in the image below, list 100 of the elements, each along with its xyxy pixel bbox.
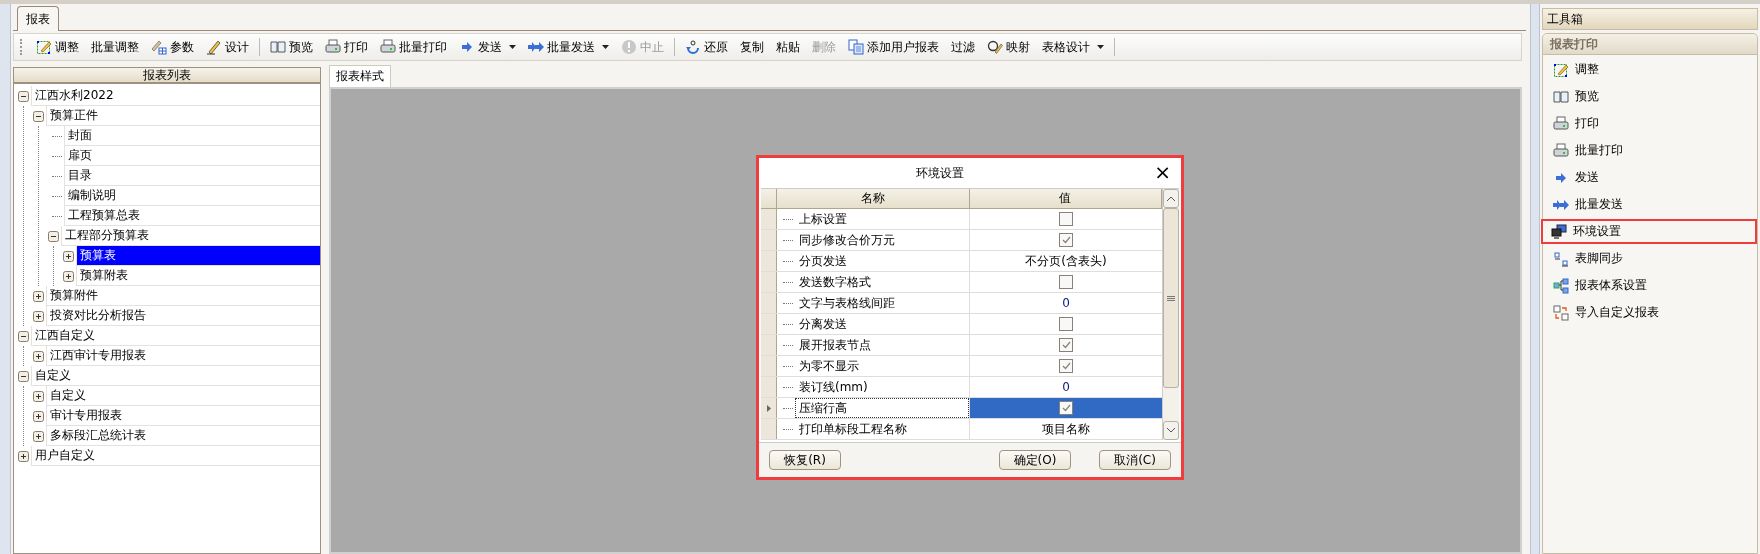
- group-header[interactable]: 报表打印: [1543, 34, 1757, 55]
- toolbar-button[interactable]: 表格设计: [1037, 36, 1109, 58]
- checkbox[interactable]: [1059, 401, 1073, 415]
- grip-icon: [1167, 295, 1175, 301]
- toolbox-item[interactable]: 环境设置: [1541, 219, 1757, 244]
- row-header-cell[interactable]: [761, 377, 777, 397]
- row-header-cell[interactable]: [761, 251, 777, 271]
- row-header-cell[interactable]: [761, 398, 777, 418]
- toolbox-item[interactable]: 调整: [1543, 57, 1757, 82]
- checkbox[interactable]: [1059, 338, 1073, 352]
- expand-icon[interactable]: [33, 430, 44, 442]
- row-header-cell[interactable]: [761, 272, 777, 292]
- toolbar-button[interactable]: 批量打印: [375, 36, 452, 58]
- small-pages-icon: [1553, 250, 1569, 267]
- close-button[interactable]: ×: [1150, 162, 1175, 182]
- toolbar-button[interactable]: 还原: [680, 36, 733, 58]
- arrow-icon: [459, 39, 475, 55]
- tree-item[interactable]: 编制说明: [64, 186, 320, 206]
- dialog-button[interactable]: 取消(C): [1099, 450, 1171, 470]
- checkbox[interactable]: [1059, 212, 1073, 226]
- toolbox-item[interactable]: 报表体系设置: [1543, 273, 1757, 298]
- checkbox[interactable]: [1059, 275, 1073, 289]
- printer-icon: [1553, 115, 1569, 132]
- toolbox-item[interactable]: 打印: [1543, 111, 1757, 136]
- expand-icon[interactable]: [33, 350, 44, 362]
- toolbar-button[interactable]: 添加用户报表: [843, 36, 944, 58]
- checkbox[interactable]: [1059, 359, 1073, 373]
- tab[interactable]: 报表样式: [329, 65, 391, 87]
- expand-icon[interactable]: [18, 450, 29, 462]
- expand-icon[interactable]: [33, 410, 44, 422]
- tree-item[interactable]: 预算表: [76, 246, 320, 266]
- property-name: 压缩行高: [795, 398, 969, 418]
- expand-icon[interactable]: [33, 390, 44, 402]
- scroll-down-button[interactable]: [1163, 421, 1179, 440]
- toolbar-button[interactable]: 过滤: [946, 36, 980, 58]
- toolbar-button[interactable]: 批量调整: [86, 36, 144, 58]
- tree-item[interactable]: 自定义: [46, 386, 320, 406]
- toolbar-button[interactable]: 发送: [454, 36, 521, 58]
- row-header-cell[interactable]: [761, 230, 777, 250]
- scroll-up-button[interactable]: [1163, 189, 1179, 208]
- toolbar-button[interactable]: 调整: [31, 36, 84, 58]
- collapse-icon[interactable]: [18, 330, 29, 342]
- tree-item[interactable]: 审计专用报表: [46, 406, 320, 426]
- tree-item[interactable]: 投资对比分析报告: [46, 306, 320, 326]
- pencil-grid-icon: [151, 39, 167, 55]
- checkbox[interactable]: [1059, 317, 1073, 331]
- scrollbar[interactable]: [1162, 189, 1179, 440]
- tree-item[interactable]: 自定义: [31, 366, 320, 386]
- toolbox-item[interactable]: 导入自定义报表: [1543, 300, 1757, 325]
- property-value: 项目名称: [1042, 420, 1090, 438]
- dialog-button[interactable]: 恢复(R): [769, 450, 841, 470]
- row-header-cell[interactable]: [761, 356, 777, 376]
- toolbox-item[interactable]: 批量发送: [1543, 192, 1757, 217]
- tab[interactable]: 报表: [17, 6, 59, 31]
- scroll-thumb[interactable]: [1163, 208, 1179, 388]
- book-icon: [270, 39, 286, 55]
- tree-item[interactable]: 多标段汇总统计表: [46, 426, 320, 446]
- property-name: 分页发送: [798, 253, 848, 270]
- row-header-cell[interactable]: [761, 293, 777, 313]
- expand-icon[interactable]: [63, 250, 74, 262]
- row-header-cell[interactable]: [761, 419, 777, 439]
- toolbar-button[interactable]: 打印: [320, 36, 373, 58]
- toolbar-button[interactable]: 映射: [982, 36, 1035, 58]
- row-header-cell[interactable]: [761, 335, 777, 355]
- tree-item[interactable]: 预算附表: [76, 266, 320, 286]
- panel-title: 报表列表: [14, 68, 320, 84]
- expand-icon[interactable]: [33, 290, 44, 302]
- toolbar-button[interactable]: 参数: [146, 36, 199, 58]
- row-header-cell[interactable]: [761, 209, 777, 229]
- collapse-icon[interactable]: [18, 370, 29, 382]
- tree-item[interactable]: 封面: [64, 126, 320, 146]
- dialog-button[interactable]: 确定(O): [999, 450, 1071, 470]
- tree-item[interactable]: 扉页: [64, 146, 320, 166]
- tree-item[interactable]: 工程预算总表: [64, 206, 320, 226]
- tree-item[interactable]: 江西审计专用报表: [46, 346, 320, 366]
- tree-item[interactable]: 预算附件: [46, 286, 320, 306]
- collapse-icon[interactable]: [33, 110, 44, 122]
- property-value-cell[interactable]: [970, 398, 1162, 418]
- toolbar-button[interactable]: 复制: [735, 36, 769, 58]
- toolbar-button[interactable]: 粘贴: [771, 36, 805, 58]
- toolbox-item[interactable]: 发送: [1543, 165, 1757, 190]
- tree-item[interactable]: 用户自定义: [31, 446, 320, 466]
- checkbox[interactable]: [1059, 233, 1073, 247]
- toolbar-button[interactable]: 设计: [201, 36, 254, 58]
- tree-item[interactable]: 预算正件: [46, 106, 320, 126]
- property-name: 为零不显示: [798, 358, 860, 375]
- tree-item[interactable]: 江西水利2022: [31, 86, 320, 106]
- toolbox-item[interactable]: 表脚同步: [1543, 246, 1757, 271]
- row-header-cell[interactable]: [761, 314, 777, 334]
- toolbox-item[interactable]: 批量打印: [1543, 138, 1757, 163]
- expand-icon[interactable]: [63, 270, 74, 282]
- toolbar-button[interactable]: 批量发送: [523, 36, 614, 58]
- expand-icon[interactable]: [33, 310, 44, 322]
- tree-item[interactable]: 工程部分预算表: [61, 226, 320, 246]
- tree-item[interactable]: 江西自定义: [31, 326, 320, 346]
- collapse-icon[interactable]: [48, 230, 59, 242]
- collapse-icon[interactable]: [18, 90, 29, 102]
- tree-item[interactable]: 目录: [64, 166, 320, 186]
- toolbox-item[interactable]: 预览: [1543, 84, 1757, 109]
- toolbar-button[interactable]: 预览: [265, 36, 318, 58]
